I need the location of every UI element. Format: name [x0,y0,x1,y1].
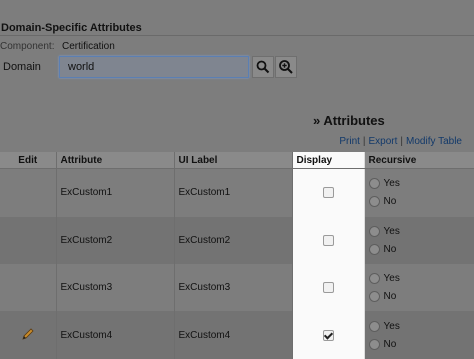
print-link[interactable]: Print [339,136,360,147]
link-separator: | [400,136,404,147]
edit-cell [0,263,57,312]
recursive-cell: Yes No [364,216,474,264]
zoom-in-icon [279,60,293,74]
recursive-option-no[interactable]: No [368,196,474,208]
export-link[interactable]: Export [369,136,398,147]
search-icon [256,60,270,74]
edit-cell [0,168,57,217]
radio-yes[interactable] [368,320,380,332]
radio-yes[interactable] [368,178,380,190]
display-checkbox[interactable] [322,234,334,246]
link-separator: | [362,136,366,147]
ui-label-cell: ExCustom3 [174,263,293,312]
attributes-table: Edit Attribute UI Label Display Recursiv… [0,152,474,359]
edit-cell[interactable] [0,311,57,359]
panel-title: Domain-Specific Attributes [0,20,474,36]
table-row: ExCustom2 ExCustom2 Yes No [0,216,474,264]
radio-no[interactable] [368,243,380,255]
recursive-option-no[interactable]: No [368,291,474,303]
radio-no[interactable] [368,338,380,350]
attribute-cell: ExCustom3 [56,263,175,312]
edit-cell [0,216,57,264]
component-row: Component: Certification [0,40,115,54]
recursive-cell: Yes No [364,263,474,312]
display-cell [292,311,365,359]
recursive-cell: Yes No [364,311,474,359]
display-cell [292,263,365,312]
recursive-option-yes[interactable]: Yes [368,178,474,190]
recursive-radio-group: Yes No [368,273,474,303]
radio-yes[interactable] [368,273,380,285]
attribute-cell: ExCustom4 [56,311,175,359]
attribute-cell: ExCustom1 [56,168,175,217]
table-row: ExCustom1 ExCustom1 Yes No [0,168,474,217]
recursive-option-no[interactable]: No [368,338,474,350]
component-value: Certification [62,41,115,52]
recursive-radio-group: Yes No [368,320,474,350]
radio-no[interactable] [368,291,380,303]
recursive-option-yes[interactable]: Yes [368,320,474,332]
radio-label-yes: Yes [383,273,400,285]
display-cell [292,216,365,264]
header-attribute[interactable]: Attribute [56,152,175,169]
radio-label-no: No [383,291,397,303]
modify-table-link[interactable]: Modify Table [406,136,462,147]
recursive-option-yes[interactable]: Yes [368,225,474,237]
table-row: ExCustom3 ExCustom3 Yes No [0,263,474,312]
radio-label-no: No [383,338,397,350]
recursive-radio-group: Yes No [368,178,474,208]
display-cell [292,168,365,217]
table-row: ExCustom4 ExCustom4 Yes No [0,311,474,359]
header-recursive[interactable]: Recursive [364,152,474,169]
recursive-radio-group: Yes No [368,225,474,255]
header-ui-label[interactable]: UI Label [174,152,293,169]
radio-label-yes: Yes [383,178,400,190]
domain-input[interactable] [59,56,249,78]
search-button[interactable] [252,56,274,78]
radio-no[interactable] [368,196,380,208]
display-checkbox[interactable] [322,329,334,341]
display-checkbox[interactable] [322,282,334,294]
attributes-heading: » Attributes [313,113,385,128]
table-actions: Print | Export | Modify Table [339,135,462,149]
recursive-cell: Yes No [364,168,474,217]
zoom-in-button[interactable] [275,56,297,78]
component-label: Component: [0,41,55,52]
recursive-option-no[interactable]: No [368,243,474,255]
recursive-option-yes[interactable]: Yes [368,273,474,285]
domain-label: Domain [3,61,41,73]
radio-label-no: No [383,196,397,208]
radio-label-yes: Yes [383,225,400,237]
header-edit[interactable]: Edit [0,152,57,169]
display-checkbox[interactable] [322,187,334,199]
radio-label-yes: Yes [383,320,400,332]
pencil-icon[interactable] [21,327,35,341]
header-display[interactable]: Display [292,152,365,169]
attribute-cell: ExCustom2 [56,216,175,264]
radio-yes[interactable] [368,225,380,237]
ui-label-cell: ExCustom4 [174,311,293,359]
ui-label-cell: ExCustom2 [174,216,293,264]
ui-label-cell: ExCustom1 [174,168,293,217]
radio-label-no: No [383,243,397,255]
